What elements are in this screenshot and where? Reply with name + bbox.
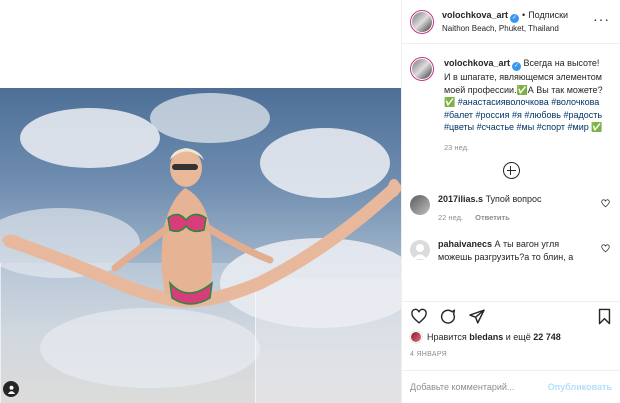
verified-badge-icon: ✓ [510, 13, 520, 23]
caption-hashtags[interactable]: #анастасияволочкова #волочкова #балет #р… [444, 97, 602, 132]
likes-count[interactable]: 22 748 [533, 332, 561, 342]
verified-badge-icon: ✓ [512, 62, 522, 71]
commenter-avatar[interactable] [410, 240, 430, 260]
comment-timestamp[interactable]: 22 нед. [438, 213, 463, 222]
comment-composer: Опубликовать [402, 370, 620, 403]
post-side-panel: volochkova_art ✓ • Подписки Naithon Beach, … [401, 0, 620, 403]
commenter-username[interactable]: pahaivanecs [438, 239, 492, 249]
post-date[interactable]: 4 ЯНВАРЯ [410, 351, 447, 358]
commenter-username[interactable]: 2017ilias.s [438, 194, 483, 204]
publish-button[interactable]: Опубликовать [548, 382, 612, 392]
load-more-comments[interactable] [402, 162, 620, 179]
likes-connector: и ещё [505, 332, 531, 342]
comment-item: pahaivanecs А ты вагон угля можешь разгр… [402, 238, 620, 263]
likes-summary[interactable]: Нравится bledans и ещё 22 748 [410, 331, 561, 343]
liker-avatar [410, 331, 422, 343]
heart-icon[interactable] [601, 244, 610, 253]
comment-icon[interactable] [439, 308, 457, 325]
post-media[interactable] [0, 0, 401, 403]
commenter-avatar[interactable] [410, 195, 430, 215]
plus-circle-icon[interactable] [502, 162, 520, 179]
dancer-figure [2, 148, 401, 308]
following-button[interactable]: Подписки [528, 10, 568, 20]
likes-prefix: Нравится [427, 332, 467, 342]
user-tag-icon[interactable] [3, 381, 19, 397]
post-location[interactable]: Naithon Beach, Phuket, Thailand [442, 23, 568, 35]
separator-dot: • [522, 9, 526, 20]
action-bar [402, 301, 620, 331]
post-header: volochkova_art ✓ • Подписки Naithon Beach, … [402, 0, 620, 44]
heart-icon[interactable] [410, 308, 428, 325]
heart-icon[interactable] [601, 199, 610, 208]
comments-list[interactable]: volochkova_art ✓ Всегда на высоте! И в шп… [402, 45, 620, 300]
author-avatar[interactable] [410, 9, 434, 34]
bookmark-icon[interactable] [597, 308, 612, 325]
caption-username[interactable]: volochkova_art [444, 58, 510, 68]
post-photo[interactable] [0, 88, 401, 403]
comment-item: 2017ilias.s Тупой вопрос 22 нед. Ответит… [402, 193, 620, 224]
reply-button[interactable]: Ответить [475, 213, 510, 222]
comment-text: Тупой вопрос [485, 194, 542, 204]
liker-username[interactable]: bledans [469, 332, 503, 342]
comment-input[interactable] [410, 382, 548, 392]
author-username[interactable]: volochkova_art [442, 10, 508, 20]
caption-timestamp[interactable]: 23 нед. [444, 142, 604, 155]
caption: volochkova_art ✓ Всегда на высоте! И в шп… [402, 45, 620, 154]
caption-avatar[interactable] [410, 57, 434, 81]
more-options-icon[interactable]: ··· [593, 12, 610, 26]
share-icon[interactable] [468, 308, 486, 325]
